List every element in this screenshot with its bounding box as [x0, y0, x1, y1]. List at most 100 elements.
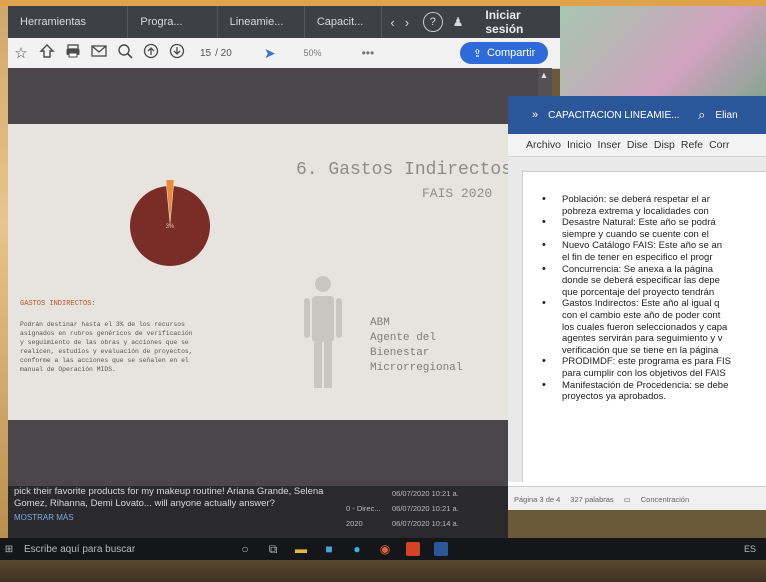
page-up-icon[interactable] — [138, 43, 164, 63]
news-text: pick their favorite products for my make… — [14, 486, 324, 509]
zoom-level[interactable]: 50% — [304, 48, 322, 58]
list-item: Gastos Indirectos: Este año al igual q — [538, 298, 766, 310]
word-user-name[interactable]: Elian — [715, 110, 737, 121]
show-more-link[interactable]: MOSTRAR MÁS — [14, 512, 340, 524]
share-label: Compartir — [486, 47, 536, 59]
file-name: 2020 — [346, 519, 363, 528]
windows-taskbar: ⊞ Escribe aquí para buscar ○ ⧉ ▬ ■ ● ◉ E… — [0, 538, 766, 560]
file-date: 06/07/2020 10:21 a. — [392, 489, 459, 498]
tab-label: Herramientas — [20, 16, 87, 28]
cortana-icon[interactable]: ○ — [238, 542, 252, 556]
add-collection-icon[interactable] — [34, 43, 60, 63]
file-row[interactable]: 06/07/2020 10:21 a. — [346, 486, 466, 501]
list-item-cont: el fin de tener en especifico el progr — [562, 251, 713, 263]
body-line: realicen, estudios y evaluación de proye… — [20, 348, 193, 355]
page-down-icon[interactable] — [164, 43, 190, 63]
list-item-cont: agentes servirán para seguimiento y v — [562, 333, 723, 345]
file-list: 06/07/2020 10:21 a. 0 - Direc... 06/07/2… — [346, 486, 466, 531]
browser-tab-bar: Herramientas Progra... Lineamie... Capac… — [8, 6, 560, 38]
page-total: / 20 — [215, 47, 232, 59]
taskbar-search-input[interactable]: Escribe aquí para buscar — [16, 544, 214, 555]
chevron-left-icon[interactable]: ‹ — [390, 15, 394, 30]
help-icon[interactable]: ? — [423, 12, 443, 32]
word-status-bar: Página 3 de 4 327 palabras ▭ Concentraci… — [508, 486, 766, 510]
chevron-double-right-icon[interactable]: » — [508, 109, 548, 121]
status-page[interactable]: Página 3 de 4 — [514, 495, 560, 504]
ribbon-tab-disposicion[interactable]: Disp — [654, 139, 675, 151]
star-icon[interactable]: ☆ — [8, 44, 34, 62]
list-item-cont: proyectos ya aprobados. — [562, 391, 667, 403]
agent-line: ABM — [370, 317, 390, 329]
email-icon[interactable] — [86, 44, 112, 62]
page-number-input[interactable]: 15 — [200, 48, 211, 59]
slide-bottom-band — [8, 420, 538, 486]
agent-line: Microrregional — [370, 362, 463, 374]
taskbar-apps: ○ ⧉ ▬ ■ ● ◉ — [238, 542, 448, 556]
task-view-icon[interactable]: ⧉ — [266, 542, 280, 556]
list-item: Concurrencia: Se anexa a la página — [538, 264, 766, 276]
user-icon[interactable]: ♟ — [453, 15, 464, 29]
list-item-cont: pobreza extrema y localidades con — [562, 205, 709, 217]
tab-herramientas[interactable]: Herramientas — [8, 6, 129, 38]
tab-label: Lineamie... — [229, 16, 284, 28]
list-item-cont: con el cambio este año de poder cont — [562, 309, 721, 321]
search-icon[interactable]: ⌕ — [688, 107, 715, 123]
edge-icon[interactable]: ● — [350, 542, 364, 556]
focus-icon[interactable]: ▭ — [624, 495, 631, 504]
pie-chart: 3% — [128, 168, 212, 268]
ribbon-tab-diseno[interactable]: Dise — [627, 139, 648, 151]
ribbon-tab-referencias[interactable]: Refe — [681, 139, 703, 151]
word-ribbon-tabs: Archivo Inicio Inser Dise Disp Refe Corr — [508, 134, 766, 157]
list-item-cont: para cumplir con los objetivos del FAIS — [562, 367, 726, 379]
news-snippet: pick their favorite products for my make… — [14, 486, 340, 524]
file-explorer-icon[interactable]: ▬ — [294, 542, 308, 556]
word-document-title: CAPACITACIÓN LINEAMIE... — [548, 109, 680, 121]
file-row[interactable]: 2020 06/07/2020 10:14 a. — [346, 516, 466, 531]
print-icon[interactable] — [60, 43, 86, 63]
desktop-wallpaper — [560, 6, 766, 106]
person-silhouette-icon — [304, 276, 342, 388]
tab-capacit[interactable]: Capacit... — [305, 6, 383, 38]
status-focus[interactable]: Concentración — [641, 495, 689, 504]
ribbon-tab-insertar[interactable]: Inser — [598, 139, 621, 151]
powerpoint-icon[interactable] — [406, 542, 420, 556]
tab-scroll-arrows: ‹ › — [382, 15, 417, 30]
slide-title: 6. Gastos Indirectos — [296, 160, 513, 180]
ribbon-tab-archivo[interactable]: Archivo — [526, 139, 561, 151]
list-item: Manifestación de Procedencia: se debe — [538, 380, 766, 392]
list-item: Población: se deberá respetar el ar — [538, 194, 766, 206]
signin-button[interactable]: Iniciar sesión — [485, 8, 560, 36]
list-item: PRODIMDF: este programa es para FIS — [538, 356, 766, 368]
list-item-cont: siempre y cuando se cuente con el — [562, 228, 709, 240]
cursor-tool-icon[interactable]: ➤ — [264, 45, 276, 62]
body-line: asignados en rubros genéricos de verific… — [20, 330, 193, 337]
tab-label: Progra... — [140, 16, 183, 28]
list-item-cont: los cuales fueron seleccionados y capa — [562, 321, 728, 333]
vertical-ruler — [508, 170, 523, 482]
start-button[interactable]: ⊞ — [2, 544, 16, 555]
word-icon[interactable] — [434, 542, 448, 556]
page-indicator: 15 / 20 — [200, 48, 232, 59]
file-name: 0 - Direc... — [346, 504, 381, 513]
word-document-body[interactable]: Población: se deberá respetar el ar pobr… — [538, 194, 766, 403]
section-label: GASTOS INDIRECTOS: — [20, 300, 96, 308]
body-line: Podrán destinar hasta el 3% de los recur… — [20, 321, 185, 328]
chevron-right-icon[interactable]: › — [405, 15, 409, 30]
chrome-icon[interactable]: ◉ — [378, 542, 392, 556]
tab-lineamie[interactable]: Lineamie... — [218, 6, 305, 38]
agent-line: Bienestar — [370, 347, 430, 359]
body-line: manual de Operación MIDS. — [20, 366, 116, 373]
zoom-icon[interactable] — [112, 43, 138, 63]
ribbon-tab-inicio[interactable]: Inicio — [567, 139, 592, 151]
file-row[interactable]: 0 - Direc... 06/07/2020 10:21 a. — [346, 501, 466, 516]
scroll-up-icon[interactable]: ▲ — [538, 70, 550, 82]
store-icon[interactable]: ■ — [322, 542, 336, 556]
ribbon-tab-correspondencia[interactable]: Corr — [709, 139, 729, 151]
tab-progra[interactable]: Progra... — [128, 6, 218, 38]
status-words[interactable]: 327 palabras — [570, 495, 613, 504]
word-title-bar: » CAPACITACIÓN LINEAMIE... ⌕ Elian — [508, 96, 766, 134]
more-options-icon[interactable]: ••• — [362, 46, 375, 60]
language-indicator[interactable]: ES — [744, 544, 756, 554]
share-button[interactable]: ⇪ Compartir — [460, 42, 548, 64]
file-name — [346, 486, 386, 501]
